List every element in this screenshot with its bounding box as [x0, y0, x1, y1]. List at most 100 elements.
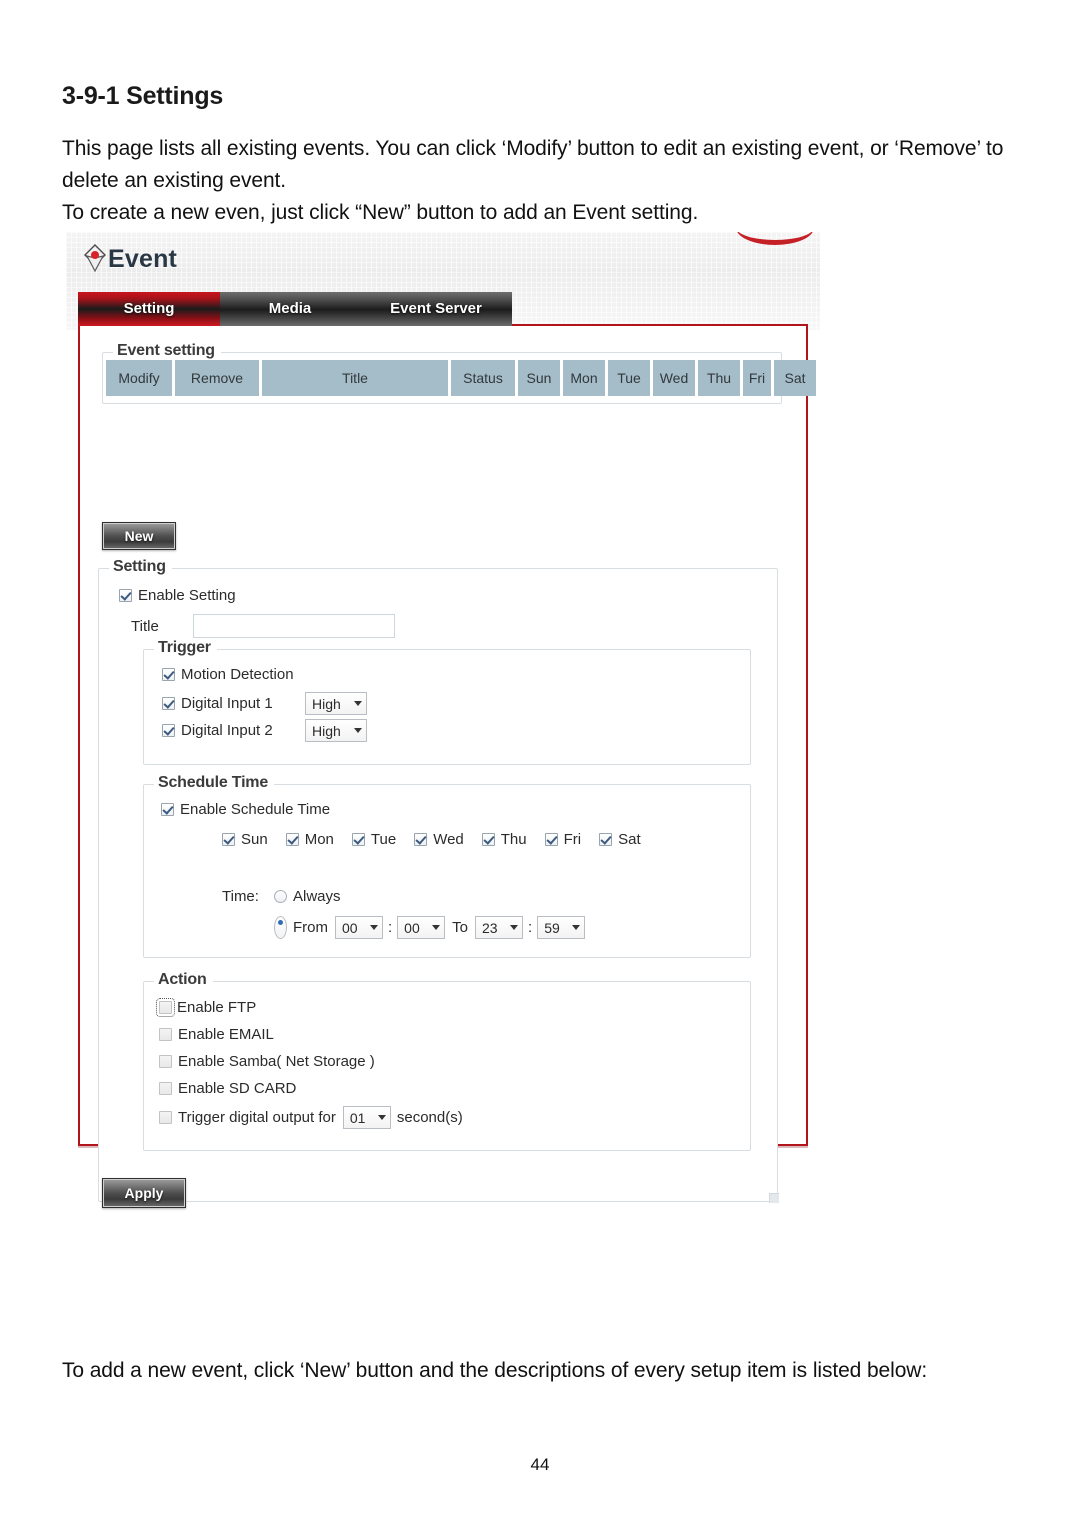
motion-detection-row[interactable]: Motion Detection	[162, 666, 294, 683]
trigger-group: Trigger Motion Detection Digital Input 1…	[143, 639, 751, 765]
header-red-arc-decoration	[736, 232, 814, 245]
day-checkbox-thu[interactable]	[481, 833, 495, 846]
to-minute-select[interactable]: 59	[537, 916, 586, 939]
digital-input-1-checkbox[interactable]	[162, 697, 175, 710]
enable-schedule-row[interactable]: Enable Schedule Time	[161, 801, 330, 818]
resize-grip[interactable]	[769, 1193, 779, 1203]
trigger-legend: Trigger	[154, 639, 217, 657]
enable-schedule-checkbox[interactable]	[161, 803, 174, 816]
tab-event-server[interactable]: Event Server	[360, 292, 512, 326]
trigger-digital-output-checkbox[interactable]	[159, 1111, 172, 1124]
enable-ftp-label: Enable FTP	[177, 999, 257, 1016]
enable-samba-checkbox[interactable]	[159, 1055, 172, 1068]
day-label-wed: Wed	[433, 831, 464, 848]
brand-title: Event	[108, 244, 178, 273]
tab-bar: Setting Media Event Server	[78, 292, 512, 326]
brand: Event	[83, 242, 177, 276]
enable-ftp-row[interactable]: Enable FTP	[156, 998, 257, 1017]
trigger-digital-output-label: Trigger digital output for	[178, 1109, 336, 1126]
time-range-radio[interactable]	[274, 916, 287, 939]
day-toggle-fri[interactable]: Fri	[544, 831, 581, 848]
day-label-sun: Sun	[241, 831, 268, 848]
from-hour-value: 00	[342, 919, 358, 936]
time-always-label: Always	[293, 888, 341, 905]
from-minute-select[interactable]: 00	[397, 916, 446, 939]
apply-button[interactable]: Apply	[102, 1178, 186, 1208]
tab-setting[interactable]: Setting	[78, 292, 220, 326]
day-label-mon: Mon	[304, 831, 334, 848]
intro-paragraph-2: To create a new even, just click “New” b…	[62, 201, 699, 224]
day-checkbox-sun[interactable]	[222, 833, 235, 846]
day-toggle-sun[interactable]: Sun	[222, 831, 268, 848]
from-minute-value: 00	[404, 919, 420, 936]
new-button[interactable]: New	[102, 522, 176, 550]
event-setting-group: Event setting Modify Remove Title Status…	[102, 342, 816, 404]
tab-media[interactable]: Media	[220, 292, 360, 326]
day-checkbox-tue[interactable]	[351, 833, 365, 846]
action-group: Action Enable FTP Enable EMAIL Enable Sa…	[143, 971, 751, 1151]
digital-input-2-level-value: High	[312, 722, 341, 739]
enable-setting-row[interactable]: Enable Setting	[119, 587, 236, 604]
document-footer-text: To add a new event, click ‘New’ button a…	[62, 1355, 1018, 1387]
day-checkbox-mon[interactable]	[285, 833, 299, 846]
enable-email-row[interactable]: Enable EMAIL	[159, 1026, 274, 1043]
digital-input-2-row[interactable]: Digital Input 2 High	[162, 719, 367, 742]
schedule-days-row: Sun Mon Tue Wed Thu Fri Sat	[222, 831, 641, 848]
to-minute-value: 59	[544, 919, 560, 936]
enable-email-label: Enable EMAIL	[178, 1026, 274, 1043]
document-body: 3-9-1 Settings This page lists all exist…	[62, 0, 1018, 229]
enable-ftp-checkbox[interactable]	[156, 998, 175, 1017]
enable-sdcard-label: Enable SD CARD	[178, 1080, 297, 1097]
time-separator-2: :	[528, 919, 533, 936]
diamond-logo-icon	[84, 244, 106, 273]
time-from-label: From	[293, 919, 328, 936]
day-checkbox-fri[interactable]	[544, 833, 558, 846]
digital-input-1-row[interactable]: Digital Input 1 High	[162, 692, 367, 715]
chevron-down-icon	[572, 925, 581, 930]
enable-email-checkbox[interactable]	[159, 1028, 172, 1041]
digital-input-2-checkbox[interactable]	[162, 724, 175, 737]
to-hour-value: 23	[482, 919, 498, 936]
chevron-down-icon	[354, 728, 362, 733]
time-separator-1: :	[388, 919, 393, 936]
column-header-remove: Remove	[175, 360, 259, 396]
time-always-radio[interactable]	[274, 890, 287, 903]
enable-setting-checkbox[interactable]	[119, 589, 132, 602]
day-checkbox-wed[interactable]	[414, 833, 428, 846]
title-input[interactable]	[193, 614, 395, 638]
time-always-row: Time: Always	[222, 888, 341, 905]
intro-paragraph: This page lists all existing events. You…	[62, 137, 1004, 192]
chevron-down-icon	[354, 701, 362, 706]
enable-sdcard-row[interactable]: Enable SD CARD	[159, 1080, 296, 1097]
day-toggle-mon[interactable]: Mon	[285, 831, 334, 848]
day-toggle-tue[interactable]: Tue	[351, 831, 397, 848]
digital-output-seconds-select[interactable]: 01	[342, 1106, 391, 1129]
digital-input-1-level-select[interactable]: High	[305, 692, 367, 715]
setting-legend: Setting	[109, 558, 172, 576]
day-label-thu: Thu	[500, 831, 527, 848]
column-header-title: Title	[262, 360, 448, 396]
chevron-down-icon	[510, 925, 519, 930]
title-row: Title	[131, 614, 395, 638]
settings-panel: Event setting Modify Remove Title Status…	[78, 324, 816, 1208]
action-legend: Action	[154, 971, 213, 989]
enable-samba-row[interactable]: Enable Samba( Net Storage )	[159, 1053, 375, 1070]
event-settings-screenshot: Event Setting Media Event Server Event s…	[66, 232, 820, 1208]
day-checkbox-sat[interactable]	[599, 833, 613, 846]
to-hour-select[interactable]: 23	[475, 916, 524, 939]
column-header-thu: Thu	[698, 360, 740, 396]
digital-input-2-level-select[interactable]: High	[305, 719, 367, 742]
enable-samba-label: Enable Samba( Net Storage )	[178, 1053, 375, 1070]
day-toggle-thu[interactable]: Thu	[481, 831, 527, 848]
motion-detection-checkbox[interactable]	[162, 668, 175, 681]
enable-schedule-label: Enable Schedule Time	[180, 801, 331, 818]
column-header-modify: Modify	[106, 360, 172, 396]
page-title: 3-9-1 Settings	[62, 82, 224, 110]
from-hour-select[interactable]: 00	[335, 916, 383, 939]
enable-sdcard-checkbox[interactable]	[159, 1082, 172, 1095]
day-toggle-sat[interactable]: Sat	[599, 831, 641, 848]
chevron-down-icon	[377, 1115, 386, 1120]
day-label-tue: Tue	[370, 831, 397, 848]
day-toggle-wed[interactable]: Wed	[414, 831, 464, 848]
trigger-digital-output-row[interactable]: Trigger digital output for 01 second(s)	[159, 1106, 463, 1129]
